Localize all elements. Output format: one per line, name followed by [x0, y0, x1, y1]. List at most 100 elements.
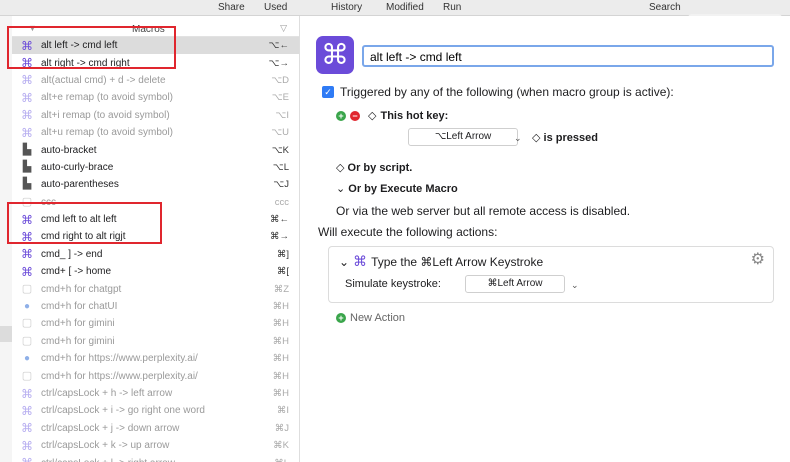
disclosure-icon[interactable]: ◇	[368, 109, 376, 122]
macro-name: alt(actual cmd) + d -> delete	[41, 74, 166, 86]
is-pressed-popup[interactable]: ◇ is pressed	[532, 131, 598, 144]
macro-row[interactable]: ⌘ ctrl/capsLock + j -> down arrow ⌘J	[12, 420, 299, 437]
macro-hotkey: ⌥J	[273, 179, 289, 191]
modified-column-header[interactable]: Modified	[386, 2, 424, 13]
filter-icon[interactable]: ▽	[280, 23, 287, 34]
keyboard-maestro-icon: ⌘	[21, 90, 33, 105]
macro-row[interactable]: ⌘ cmd right to alt rigjt ⌘→	[12, 228, 299, 245]
macro-row[interactable]: ▢ cmd+h for gimini ⌘H	[12, 333, 299, 350]
chevron-down-icon[interactable]: ⌄	[339, 255, 349, 269]
macro-row[interactable]: ⌘ ctrl/capsLock + l -> right arrow ⌘L	[12, 454, 299, 462]
macro-name-field[interactable]: alt left -> cmd left	[362, 45, 774, 67]
selected-group[interactable]	[0, 326, 12, 342]
macro-row[interactable]: ⌘ alt+u remap (to avoid symbol) ⌥U	[12, 124, 299, 141]
chevron-down-icon[interactable]: ⌄	[571, 280, 579, 291]
macro-row[interactable]: ▢ cmd+h for https://www.perplexity.ai/ ⌘H	[12, 367, 299, 384]
used-column-header[interactable]: Used	[264, 2, 287, 13]
macro-hotkey: ⌘H	[272, 301, 289, 313]
macro-hotkey: ⌘Z	[273, 283, 289, 295]
macros-title: Macros	[132, 24, 165, 35]
simulate-keystroke-field[interactable]: ⌘Left Arrow	[465, 275, 565, 293]
macro-row[interactable]: ▙ auto-parentheses ⌥J	[12, 176, 299, 193]
is-pressed-label: is pressed	[543, 132, 598, 144]
macro-row[interactable]: ⌘ ctrl/capsLock + h -> left arrow ⌘H	[12, 385, 299, 402]
macro-row[interactable]: ● cmd+h for https://www.perplexity.ai/ ⌘H	[12, 350, 299, 367]
add-icon: +	[336, 313, 346, 323]
keyboard-maestro-icon: ⌘	[21, 73, 33, 88]
macro-row[interactable]: ⌘ alt(actual cmd) + d -> delete ⌥D	[12, 72, 299, 89]
keyboard-maestro-icon: ⌘	[18, 457, 36, 462]
macro-row[interactable]: ▢ ccc ccc	[12, 194, 299, 211]
keyboard-maestro-icon: ⌘	[21, 38, 33, 53]
macro-row[interactable]: ⌘ cmd_ ] -> end ⌘]	[12, 246, 299, 263]
macro-hotkey: ⌥I	[275, 109, 289, 121]
run-button[interactable]: Run	[443, 2, 461, 13]
grey-icon: ▢	[21, 334, 33, 347]
keyboard-maestro-icon[interactable]: ⌘	[316, 36, 354, 74]
macro-row[interactable]: ⌘ alt right -> cmd right ⌥→	[12, 54, 299, 71]
macro-row[interactable]: ⌘ alt+e remap (to avoid symbol) ⌥E	[12, 89, 299, 106]
hotkey-field[interactable]: ⌥Left Arrow	[408, 128, 518, 146]
or-by-execute-label: Or by Execute Macro	[348, 183, 458, 195]
keyboard-maestro-icon: ⌘	[21, 403, 33, 418]
grey-icon: ▢	[21, 282, 33, 295]
macro-row[interactable]: ▙ auto-bracket ⌥K	[12, 141, 299, 158]
app-icon: ▙	[22, 143, 32, 156]
or-by-execute-macro[interactable]: ⌄ Or by Execute Macro	[336, 182, 458, 195]
add-trigger-icon[interactable]: +	[336, 110, 346, 121]
macro-hotkey: ⌘→	[270, 231, 289, 243]
macro-row[interactable]: ⌘ cmd left to alt left ⌘←	[12, 211, 299, 228]
trigger-text: Triggered by any of the following (when …	[340, 85, 674, 99]
macro-name: ctrl/capsLock + j -> down arrow	[41, 422, 180, 434]
macros-list: ▼ Macros ▽ ⌘ alt left -> cmd left ⌥← ⌘ alt r…	[12, 16, 300, 462]
macro-name: auto-curly-brace	[41, 161, 114, 173]
app-icon: ▙	[22, 160, 32, 173]
keyboard-maestro-icon: ⌘	[21, 438, 33, 453]
keyboard-maestro-icon: ⌘	[21, 125, 33, 140]
macro-hotkey: ⌥L	[272, 161, 289, 173]
macro-hotkey: ⌘H	[272, 335, 289, 347]
macro-row[interactable]: ⌘ alt left -> cmd left ⌥←	[12, 37, 299, 55]
macro-name: alt+i remap (to avoid symbol)	[41, 109, 170, 121]
grey-icon: ▢	[21, 369, 33, 382]
search-label: Search	[649, 2, 681, 13]
remove-trigger-icon[interactable]: −	[350, 110, 360, 121]
will-execute-text: Will execute the following actions:	[318, 225, 498, 239]
macro-row[interactable]: ▢ cmd+h for gimini ⌘H	[12, 315, 299, 332]
keyboard-maestro-icon: ⌘	[21, 386, 33, 401]
macro-row[interactable]: ⌘ alt+i remap (to avoid symbol) ⌥I	[12, 107, 299, 124]
macro-row[interactable]: ⌘ ctrl/capsLock + k -> up arrow ⌘K	[12, 437, 299, 454]
or-by-script[interactable]: ◇ Or by script.	[336, 161, 412, 174]
macro-hotkey: ⌥E	[271, 92, 289, 104]
macro-name: cmd+h for https://www.perplexity.ai/	[41, 370, 198, 382]
macro-row[interactable]: ● cmd+h for chatUI ⌘H	[12, 298, 299, 315]
macro-row[interactable]: ⌘ cmd+ [ -> home ⌘[	[12, 263, 299, 280]
share-button[interactable]: Share	[218, 2, 245, 13]
action-card[interactable]: ⌄ ⌘ Type the ⌘Left Arrow Keystroke ⚙ Sim…	[328, 246, 774, 303]
macro-hotkey: ⌘[	[276, 266, 289, 278]
app-icon: ▙	[22, 178, 32, 191]
macro-name: cmd+h for chatgpt	[41, 283, 122, 295]
macro-name: alt right -> cmd right	[41, 57, 130, 69]
keyboard-maestro-icon: ⌘	[21, 264, 33, 279]
macro-hotkey: ⌘I	[276, 405, 289, 417]
new-action-button[interactable]: + New Action	[336, 312, 405, 324]
trigger-checkbox[interactable]: ✓	[322, 86, 334, 98]
macro-name: ctrl/capsLock + h -> left arrow	[41, 388, 173, 399]
gear-icon[interactable]: ⚙	[751, 249, 765, 269]
macro-name: alt+e remap (to avoid symbol)	[41, 92, 174, 104]
grey-icon: ▢	[21, 317, 33, 330]
toolbar: Share Used History Modified Run Search	[0, 0, 790, 16]
macro-row[interactable]: ⌘ ctrl/capsLock + i -> go right one word ⌘…	[12, 402, 299, 419]
sort-icon[interactable]: ▼	[28, 23, 37, 33]
macro-row[interactable]: ▢ cmd+h for chatgpt ⌘Z	[12, 280, 299, 297]
history-button[interactable]: History	[331, 2, 362, 13]
web-server-text: Or via the web server but all remote acc…	[336, 204, 631, 218]
keyboard-maestro-icon: ⌘	[21, 212, 33, 227]
chevron-down-icon: ⌄	[336, 183, 346, 195]
chevron-down-icon[interactable]: ⌄	[514, 133, 522, 144]
macro-row[interactable]: ▙ auto-curly-brace ⌥L	[12, 159, 299, 176]
hotkey-row: + − ◇ This hot key:	[336, 109, 448, 122]
simulate-label: Simulate keystroke:	[345, 278, 441, 290]
keyboard-maestro-icon: ⌘	[21, 421, 33, 436]
